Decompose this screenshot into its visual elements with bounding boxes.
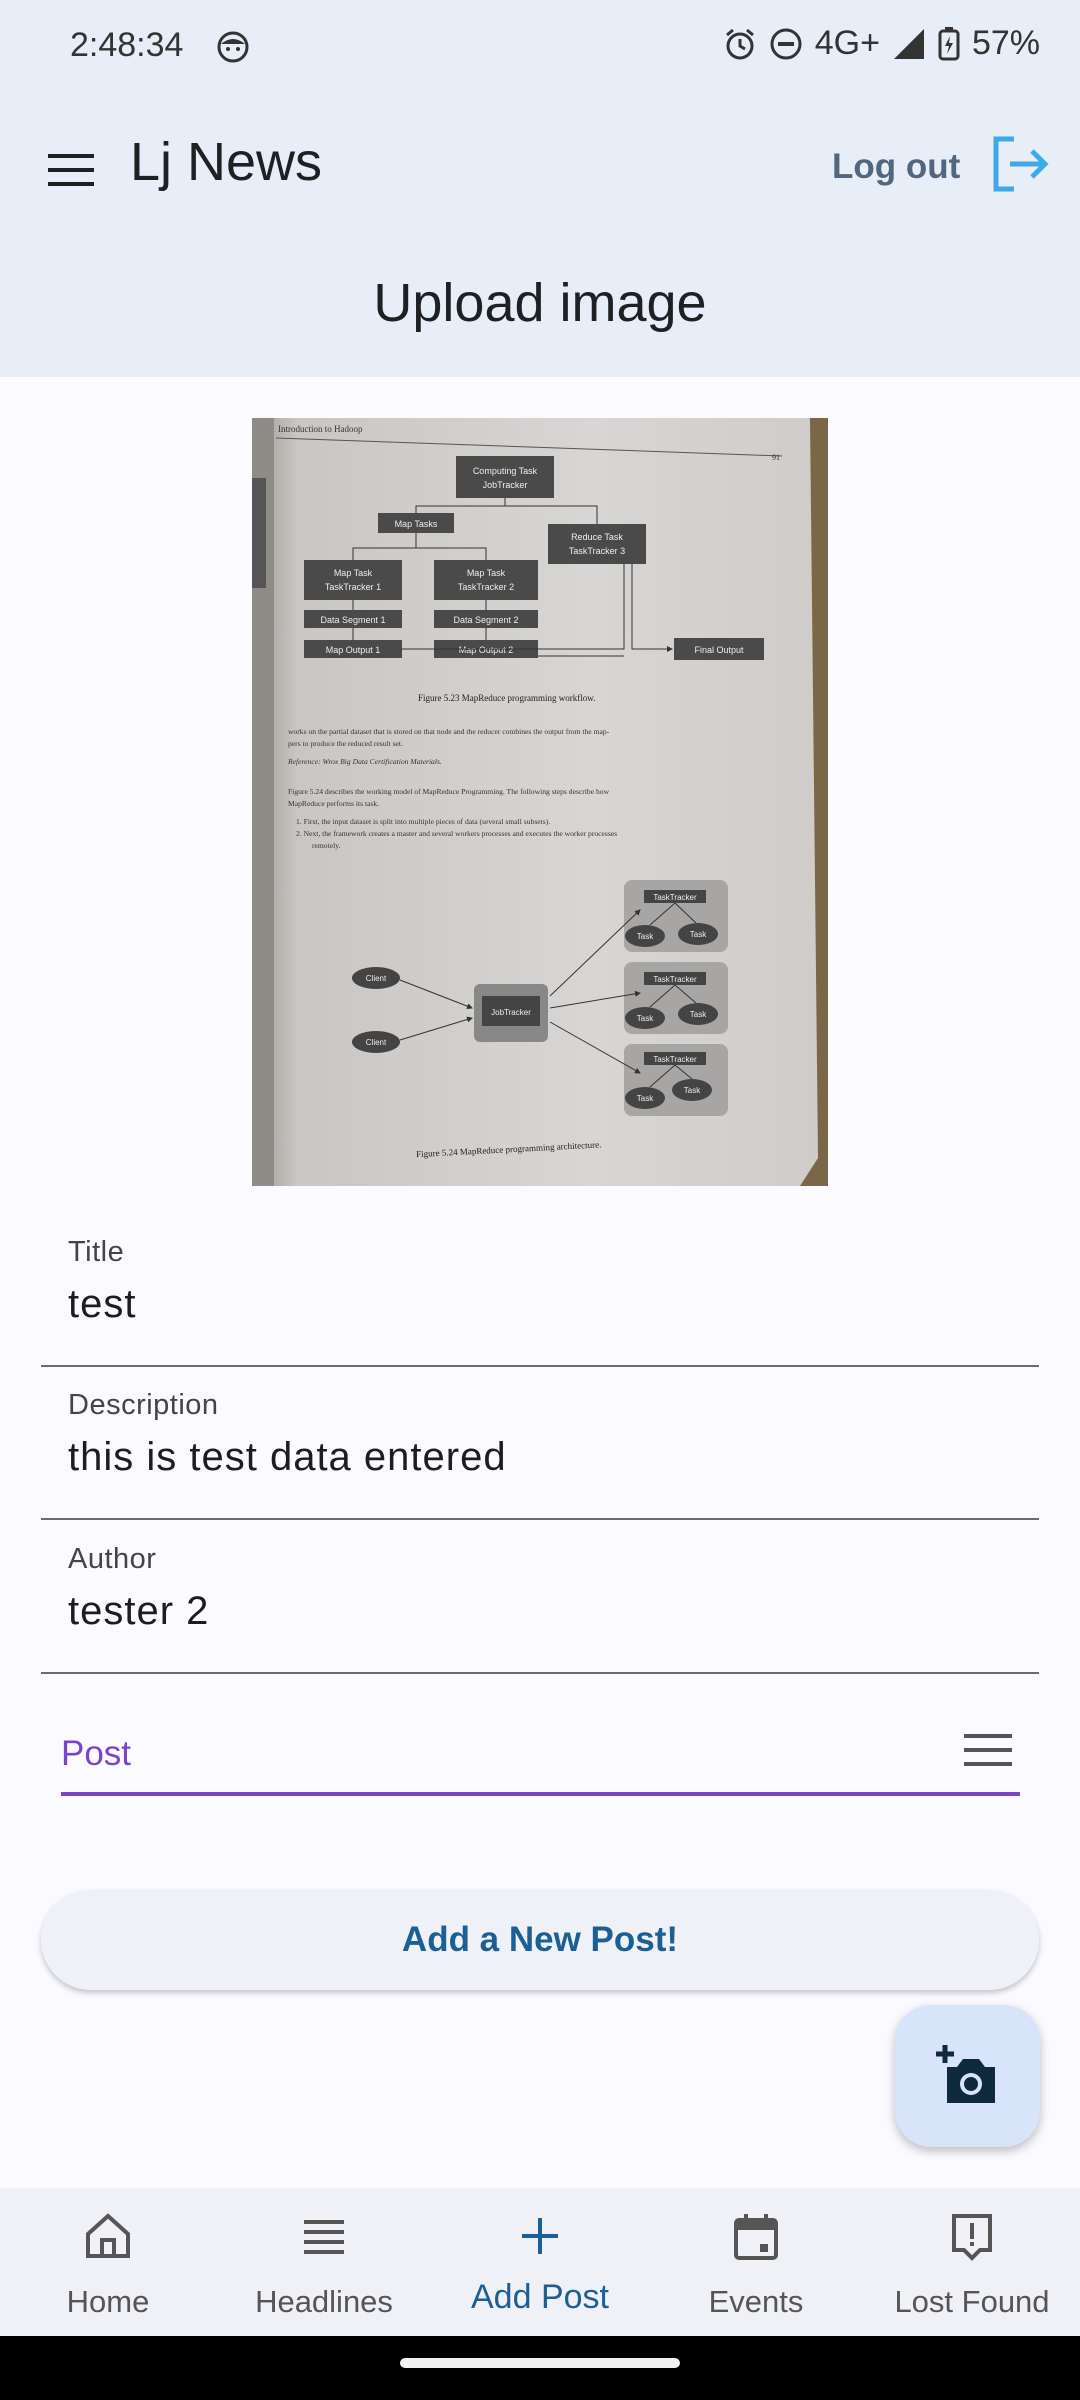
description-label: Description [68,1389,219,1421]
gesture-navigation-bar [0,2336,1080,2400]
page-header-text: Introduction to Hadoop [278,424,363,434]
author-label: Author [68,1543,157,1575]
list-icon [304,2220,344,2254]
node-task: Task [637,1014,654,1023]
node-map-tasks: Map Tasks [395,519,438,529]
node-data-segment-2: Data Segment 2 [453,615,518,625]
description-input[interactable]: this is test data entered [68,1435,507,1480]
do-not-disturb-icon [770,28,802,59]
body-line: MapReduce performs its task. [288,799,379,808]
nav-headlines-label: Headlines [255,2284,393,2319]
category-dropdown[interactable]: Post [61,1720,1020,1796]
category-selected-value: Post [61,1734,132,1773]
node-map-output-2: Map Output 2 [459,645,514,655]
body-line: Figure 5.24 describes the working model … [288,787,610,796]
title-input[interactable]: test [68,1282,136,1327]
add-photo-camera-icon [936,2045,995,2103]
add-photo-fab[interactable] [895,2005,1040,2147]
battery-level: 57% [971,24,1040,62]
node-task: Task [637,932,654,941]
page-header: Upload image [0,250,1080,377]
fig-5-23-caption: Figure 5.23 MapReduce programming workfl… [418,693,595,703]
uploaded-image: Introduction to Hadoop 91 Computing Task… [252,418,828,1186]
node-task: Task [684,1086,701,1095]
status-time: 2:48:34 [70,26,184,64]
node-reduce-task: Reduce Task [571,532,623,542]
node-final-output: Final Output [694,645,744,655]
face-notification-icon [217,31,249,63]
nav-events-label: Events [708,2284,804,2319]
bottom-navigation: Home Headlines Add Post Events Lost Foun… [0,2188,1080,2336]
page-title: Upload image [373,273,707,333]
nav-events[interactable]: Events [648,2188,864,2336]
status-bar: 2:48:34 4G+ 57% [0,0,1080,95]
node-task: Task [690,930,707,939]
page-number: 91 [772,453,780,462]
body-line: 1. First, the input dataset is split int… [296,817,550,826]
node-data-segment-1: Data Segment 1 [320,615,385,625]
home-gesture-handle[interactable] [400,2358,680,2368]
node-computing-task: Computing Task [473,466,538,476]
logout-button[interactable]: Log out [832,147,960,187]
node-client-2: Client [366,1038,387,1047]
textbook-page-photo: Introduction to Hadoop 91 Computing Task… [252,418,828,1186]
hamburger-menu-icon[interactable] [42,140,102,200]
dropdown-menu-icon[interactable] [962,1730,1014,1774]
node-tasktracker-1: TaskTracker 1 [325,582,381,592]
nav-home-label: Home [66,2284,150,2319]
home-icon [86,2213,130,2258]
nav-headlines[interactable]: Headlines [216,2188,432,2336]
body-line: pers to produce the reduced result set. [288,739,403,748]
app-title: Lj News [130,132,323,192]
add-new-post-button[interactable]: Add a New Post! [41,1890,1039,1990]
author-field[interactable]: Author tester 2 [41,1521,1039,1674]
node-jobtracker-24: JobTracker [491,1008,531,1017]
node-map-task-1: Map Task [334,568,373,578]
node-tasktracker-2: TaskTracker 2 [458,582,514,592]
node-tasktracker-b: TaskTracker [653,975,697,984]
title-label: Title [68,1236,125,1268]
app-bar: Lj News Log out [0,95,1080,250]
alarm-icon [725,28,754,59]
nav-add-post-label: Add Post [471,2278,609,2316]
alert-box-icon [952,2214,992,2261]
body-line: works on the partial dataset that is sto… [288,727,610,736]
node-tasktracker-c: TaskTracker [653,1055,697,1064]
title-field[interactable]: Title test [41,1214,1039,1367]
node-task: Task [637,1094,654,1103]
node-task: Task [690,1010,707,1019]
nav-lost-found-label: Lost Found [894,2284,1050,2319]
nav-lost-found[interactable]: Lost Found [864,2188,1080,2336]
nav-home[interactable]: Home [0,2188,216,2336]
calendar-icon [734,2214,778,2260]
author-input[interactable]: tester 2 [68,1589,209,1634]
node-jobtracker: JobTracker [483,480,528,490]
body-line: remotely. [312,841,340,850]
node-client-1: Client [366,974,387,983]
body-line: 2. Next, the framework creates a master … [296,829,617,838]
node-map-task-2: Map Task [467,568,506,578]
plus-icon [522,2218,558,2254]
description-field[interactable]: Description this is test data entered [41,1367,1039,1520]
battery-charging-icon [938,26,960,60]
status-icons: 4G+ 57% [723,24,1040,63]
node-tasktracker-3: TaskTracker 3 [569,546,625,556]
network-type: 4G+ [814,24,880,62]
signal-icon [893,28,924,59]
node-tasktracker-a: TaskTracker [653,893,697,902]
body-line: Reference: Wrox Big Data Certification M… [287,757,442,766]
nav-add-post[interactable]: Add Post [432,2188,648,2336]
logout-icon[interactable] [988,133,1050,195]
node-map-output-1: Map Output 1 [326,645,381,655]
